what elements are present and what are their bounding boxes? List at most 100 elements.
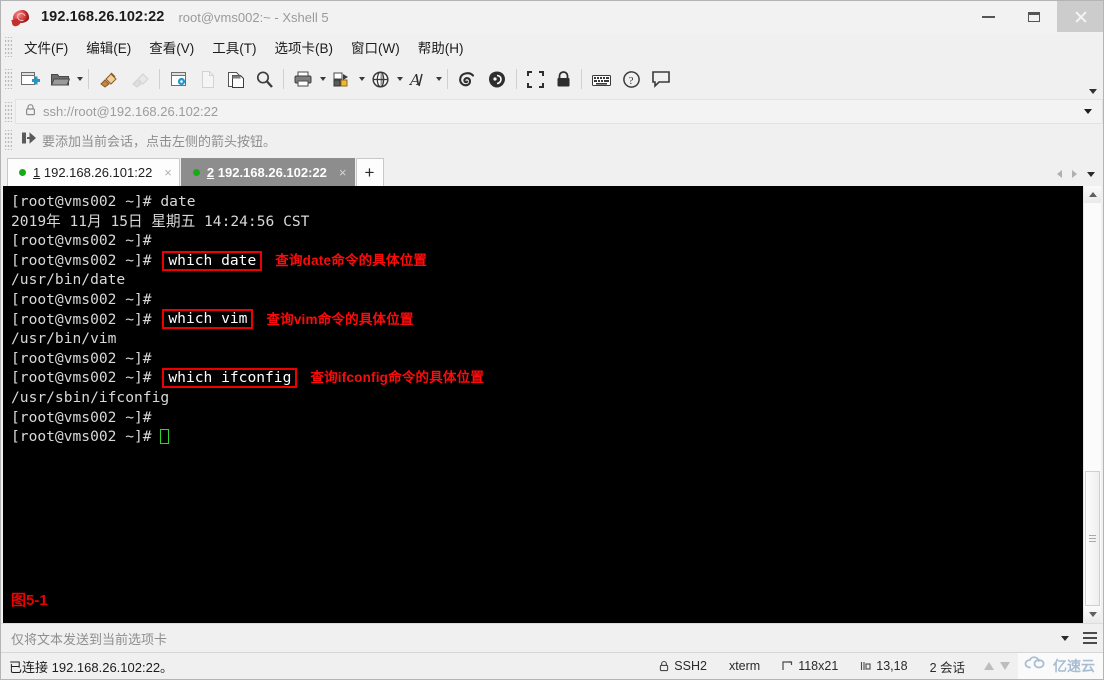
toolbar-overflow-chevron[interactable]	[1089, 89, 1097, 94]
status-bar: 已连接 192.168.26.102:22。 SSH2 xterm 118x21…	[1, 652, 1103, 679]
copy-icon[interactable]	[221, 64, 250, 94]
watermark-text: 亿速云	[1053, 658, 1095, 674]
send-text-input[interactable]: 仅将文本发送到当前选项卡	[1, 629, 1053, 648]
terminal-scrollbar[interactable]	[1083, 186, 1101, 623]
terminal-area: [root@vms002 ~]# date 2019年 11月 15日 星期五 …	[1, 186, 1103, 623]
font-dropdown-icon[interactable]	[434, 64, 443, 94]
arrow-up-icon	[984, 662, 994, 670]
hint-drag-handle[interactable]	[5, 130, 12, 150]
menu-file[interactable]: 文件(F)	[15, 34, 77, 60]
session-properties-icon[interactable]	[164, 64, 194, 94]
globe-dropdown-icon[interactable]	[395, 64, 404, 94]
menu-bar: 文件(F) 编辑(E) 查看(V) 工具(T) 选项卡(B) 窗口(W) 帮助(…	[1, 33, 1103, 61]
globe-icon[interactable]	[366, 64, 395, 94]
terminal-line: [root@vms002 ~]#	[11, 349, 1083, 369]
terminal-text: /usr/sbin/ifconfig	[11, 388, 170, 406]
xftp-icon[interactable]	[452, 64, 482, 94]
tab-192-168-26-102[interactable]: 2 192.168.26.102:22 ×	[180, 158, 355, 186]
toolbar-separator	[447, 69, 448, 89]
font-icon[interactable]: A	[404, 64, 434, 94]
tab-close-icon[interactable]: ×	[339, 166, 347, 179]
annotation-text: 查询vim命令的具体位置	[266, 311, 414, 327]
toolbar-separator	[88, 69, 89, 89]
tab-title: 192.168.26.101:22	[43, 165, 153, 180]
terminal-output[interactable]: [root@vms002 ~]# date 2019年 11月 15日 星期五 …	[3, 186, 1083, 623]
menu-view[interactable]: 查看(V)	[140, 34, 203, 60]
address-drag-handle[interactable]	[5, 101, 12, 122]
xagent-icon[interactable]	[482, 64, 512, 94]
open-folder-icon[interactable]	[45, 64, 75, 94]
menu-drag-handle[interactable]	[5, 37, 12, 57]
terminal-prompt: [root@vms002 ~]#	[11, 251, 161, 269]
file-transfer-icon[interactable]	[327, 64, 357, 94]
highlighted-command: which ifconfig	[162, 368, 298, 389]
xshell-window: 192.168.26.102:22 root@vms002:~ - Xshell…	[0, 0, 1104, 680]
terminal-prompt: [root@vms002 ~]#	[11, 369, 161, 387]
scroll-down-button[interactable]	[1084, 606, 1101, 623]
menu-edit[interactable]: 编辑(E)	[77, 34, 140, 60]
print-dropdown-icon[interactable]	[318, 64, 327, 94]
scroll-up-button[interactable]	[1084, 186, 1101, 203]
tab-scroll-right-icon[interactable]	[1068, 166, 1081, 182]
menu-help[interactable]: 帮助(H)	[409, 34, 473, 60]
print-icon[interactable]	[288, 64, 318, 94]
terminal-prompt: [root@vms002 ~]#	[11, 408, 161, 426]
toolbar-separator	[283, 69, 284, 89]
terminal-prompt: [root@vms002 ~]#	[11, 428, 161, 446]
window-title: 192.168.26.102:22	[41, 9, 165, 25]
open-folder-dropdown-icon[interactable]	[75, 64, 84, 94]
scrollbar-track[interactable]	[1084, 203, 1101, 606]
minimize-button[interactable]	[965, 1, 1011, 32]
find-icon[interactable]	[250, 64, 279, 94]
comment-icon[interactable]	[646, 64, 676, 94]
highlighted-command: which vim	[162, 309, 254, 330]
maximize-button[interactable]	[1011, 1, 1057, 32]
terminal-prompt: [root@vms002 ~]#	[11, 290, 161, 308]
toolbar-drag-handle[interactable]	[5, 69, 12, 89]
new-tab-button[interactable]: +	[355, 158, 384, 186]
svg-text:A: A	[409, 71, 421, 89]
tab-scroll-left-icon[interactable]	[1053, 166, 1066, 182]
connect-icon[interactable]	[93, 64, 125, 94]
tab-close-icon[interactable]: ×	[164, 166, 172, 179]
terminal-line: [root@vms002 ~]# which ifconfig 查询ifconf…	[11, 368, 1083, 389]
tab-list-dropdown-icon[interactable]	[1083, 166, 1099, 182]
help-icon[interactable]: ?	[617, 64, 646, 94]
terminal-prompt: [root@vms002 ~]#	[11, 193, 161, 210]
close-button[interactable]	[1057, 1, 1103, 32]
menu-tab[interactable]: 选项卡(B)	[266, 34, 343, 60]
toolbar: A ?	[1, 61, 1103, 97]
scrollbar-thumb[interactable]	[1085, 471, 1100, 606]
arrow-down-icon	[1000, 662, 1010, 670]
fullscreen-icon[interactable]	[521, 64, 550, 94]
cursor-pos-icon	[860, 660, 871, 672]
xshell-icon	[11, 6, 33, 28]
terminal-text: /usr/bin/date	[11, 271, 126, 289]
keyboard-icon[interactable]	[586, 64, 617, 94]
disconnect-icon	[125, 64, 155, 94]
cursor-pos-label: 13,18	[876, 659, 908, 673]
address-bar: ssh://root@192.168.26.102:22	[1, 97, 1103, 126]
connection-status: 已连接 192.168.26.102:22。	[9, 659, 174, 675]
address-input[interactable]: ssh://root@192.168.26.102:22	[15, 99, 1073, 124]
tab-192-168-26-101[interactable]: 1 192.168.26.101:22 ×	[7, 158, 180, 186]
hint-bar: 要添加当前会话，点击左侧的箭头按钮。	[1, 126, 1103, 154]
menu-window[interactable]: 窗口(W)	[342, 34, 409, 60]
annotation-text: 查询date命令的具体位置	[275, 252, 428, 268]
new-session-icon[interactable]	[15, 64, 45, 94]
lock-icon	[659, 660, 669, 672]
terminal-text: /usr/bin/vim	[11, 330, 117, 348]
terminal-line: [root@vms002 ~]# date	[11, 192, 1083, 212]
lock-icon[interactable]	[550, 64, 577, 94]
tab-number: 2	[206, 165, 215, 180]
tab-title: 192.168.26.102:22	[217, 165, 327, 180]
terminal-line: [root@vms002 ~]#	[11, 408, 1083, 428]
add-session-arrow-icon[interactable]	[21, 131, 37, 150]
address-dropdown-icon[interactable]	[1073, 99, 1103, 124]
new-file-icon	[194, 64, 221, 94]
terminal-line: /usr/sbin/ifconfig	[11, 388, 1083, 408]
file-transfer-dropdown-icon[interactable]	[357, 64, 366, 94]
hamburger-menu-icon[interactable]	[1077, 625, 1103, 651]
menu-tools[interactable]: 工具(T)	[203, 34, 265, 60]
send-bar-dropdown-icon[interactable]	[1053, 626, 1077, 650]
